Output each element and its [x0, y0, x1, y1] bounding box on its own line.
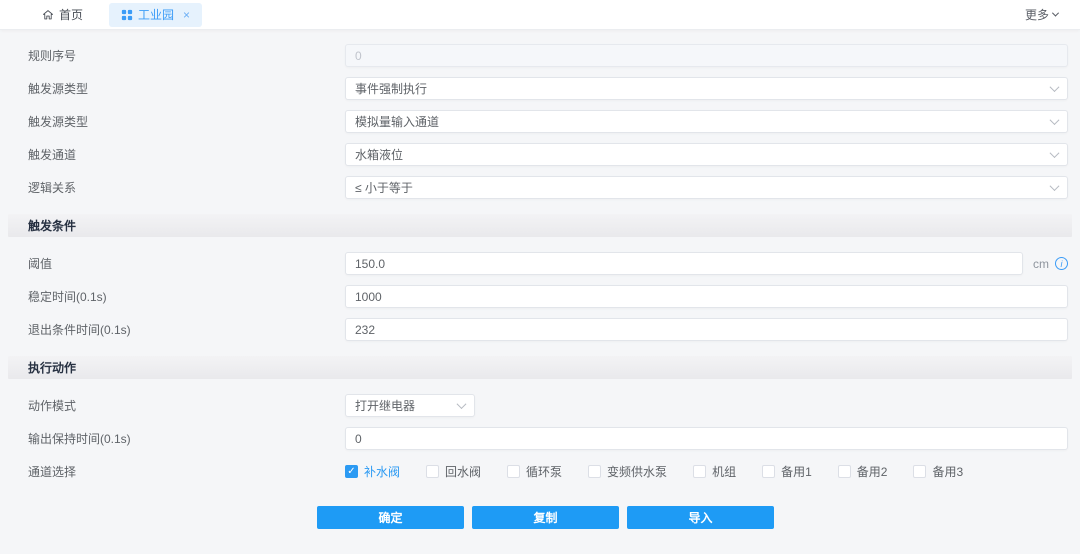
channel-checkbox-label: 变频供水泵	[607, 463, 667, 480]
more-dropdown[interactable]: 更多	[1025, 6, 1058, 23]
field-label: 通道选择	[28, 463, 345, 480]
exit-condition-time-input[interactable]: 232	[345, 318, 1068, 341]
checkbox-unchecked-icon[interactable]	[507, 465, 520, 478]
checkbox-unchecked-icon[interactable]	[838, 465, 851, 478]
tab-bar: 首页 工业园 × 更多	[0, 0, 1080, 30]
rule-no-input: 0	[345, 44, 1068, 67]
home-icon	[42, 9, 54, 21]
channel-checkbox-item[interactable]: 备用1	[762, 463, 812, 480]
chevron-down-icon	[1050, 115, 1060, 125]
checkbox-checked-icon[interactable]: ✓	[345, 465, 358, 478]
button-row: 确定 复制 导入	[317, 506, 1080, 529]
chevron-down-icon	[1050, 181, 1060, 191]
channel-checkbox-label: 备用3	[932, 463, 963, 480]
channel-checkbox-label: 循环泵	[526, 463, 562, 480]
stable-time-input[interactable]: 1000	[345, 285, 1068, 308]
form-row-rule-no: 规则序号 0	[0, 39, 1080, 72]
form-row-stable-time: 稳定时间(0.1s) 1000	[0, 280, 1080, 313]
checkbox-unchecked-icon[interactable]	[913, 465, 926, 478]
form-panel: 规则序号 0 触发源类型 事件强制执行 触发源类型 模拟量输入通道 触发通道	[0, 30, 1080, 529]
logic-relation-select[interactable]: ≤ 小于等于	[345, 176, 1068, 199]
form-row-trigger-source-type-1: 触发源类型 事件强制执行	[0, 72, 1080, 105]
form-row-output-hold-time: 输出保持时间(0.1s) 0	[0, 422, 1080, 455]
form-row-logic-relation: 逻辑关系 ≤ 小于等于	[0, 171, 1080, 204]
close-tab-icon[interactable]: ×	[183, 9, 190, 21]
chevron-down-icon	[1050, 82, 1060, 92]
channel-checkbox-label: 回水阀	[445, 463, 481, 480]
form-row-action-mode: 动作模式 打开继电器	[0, 389, 1080, 422]
field-label: 动作模式	[28, 397, 345, 414]
channel-checkbox-item[interactable]: 备用3	[913, 463, 963, 480]
channel-checkbox-label: 备用1	[781, 463, 812, 480]
form-row-trigger-channel: 触发通道 水箱液位	[0, 138, 1080, 171]
field-label: 逻辑关系	[28, 179, 345, 196]
info-icon[interactable]: i	[1055, 257, 1068, 270]
checkbox-unchecked-icon[interactable]	[588, 465, 601, 478]
import-button[interactable]: 导入	[627, 506, 774, 529]
trigger-source-type-select-2[interactable]: 模拟量输入通道	[345, 110, 1068, 133]
field-label: 输出保持时间(0.1s)	[28, 430, 345, 447]
copy-button[interactable]: 复制	[472, 506, 619, 529]
form-row-exit-condition-time: 退出条件时间(0.1s) 232	[0, 313, 1080, 346]
chevron-down-icon	[457, 399, 467, 409]
confirm-button[interactable]: 确定	[317, 506, 464, 529]
section-header-action: 执行动作	[8, 356, 1072, 379]
channel-checkbox-item[interactable]: 循环泵	[507, 463, 562, 480]
trigger-source-type-select-1[interactable]: 事件强制执行	[345, 77, 1068, 100]
form-row-threshold: 阈值 150.0 cm i	[0, 247, 1080, 280]
channel-checkbox-item[interactable]: 机组	[693, 463, 736, 480]
channel-checkbox-item[interactable]: 回水阀	[426, 463, 481, 480]
action-mode-select[interactable]: 打开继电器	[345, 394, 475, 417]
field-label: 退出条件时间(0.1s)	[28, 321, 345, 338]
channel-checkbox-item[interactable]: ✓ 补水阀	[345, 463, 400, 480]
form-row-trigger-source-type-2: 触发源类型 模拟量输入通道	[0, 105, 1080, 138]
tab-home[interactable]: 首页	[30, 3, 95, 27]
section-title: 执行动作	[28, 359, 76, 376]
trigger-channel-select[interactable]: 水箱液位	[345, 143, 1068, 166]
field-label: 触发通道	[28, 146, 345, 163]
field-label: 规则序号	[28, 47, 345, 64]
field-label: 触发源类型	[28, 80, 345, 97]
field-label: 触发源类型	[28, 113, 345, 130]
channel-checkbox-label: 备用2	[857, 463, 888, 480]
checkbox-unchecked-icon[interactable]	[426, 465, 439, 478]
channel-checkbox-item[interactable]: 变频供水泵	[588, 463, 667, 480]
channel-checkbox-item[interactable]: 备用2	[838, 463, 888, 480]
chevron-down-icon	[1050, 148, 1060, 158]
unit-label: cm	[1033, 257, 1049, 271]
chevron-down-icon	[1052, 10, 1059, 17]
form-row-channel-select: 通道选择 ✓ 补水阀 回水阀 循环泵 变频供水泵 机组 备用1 备用2 备用3	[0, 455, 1080, 488]
tab-industrial-park-label: 工业园	[138, 6, 174, 23]
tab-home-label: 首页	[59, 6, 83, 23]
output-hold-time-input[interactable]: 0	[345, 427, 1068, 450]
checkbox-unchecked-icon[interactable]	[693, 465, 706, 478]
section-header-trigger-condition: 触发条件	[8, 214, 1072, 237]
tab-industrial-park[interactable]: 工业园 ×	[109, 3, 202, 27]
more-label: 更多	[1025, 6, 1049, 23]
checkbox-unchecked-icon[interactable]	[762, 465, 775, 478]
threshold-input[interactable]: 150.0	[345, 252, 1023, 275]
channel-checkbox-group: ✓ 补水阀 回水阀 循环泵 变频供水泵 机组 备用1 备用2 备用3	[345, 463, 963, 480]
field-label: 阈值	[28, 255, 345, 272]
section-title: 触发条件	[28, 217, 76, 234]
field-label: 稳定时间(0.1s)	[28, 288, 345, 305]
channel-checkbox-label: 机组	[712, 463, 736, 480]
grid-icon	[121, 9, 133, 21]
channel-checkbox-label: 补水阀	[364, 463, 400, 480]
